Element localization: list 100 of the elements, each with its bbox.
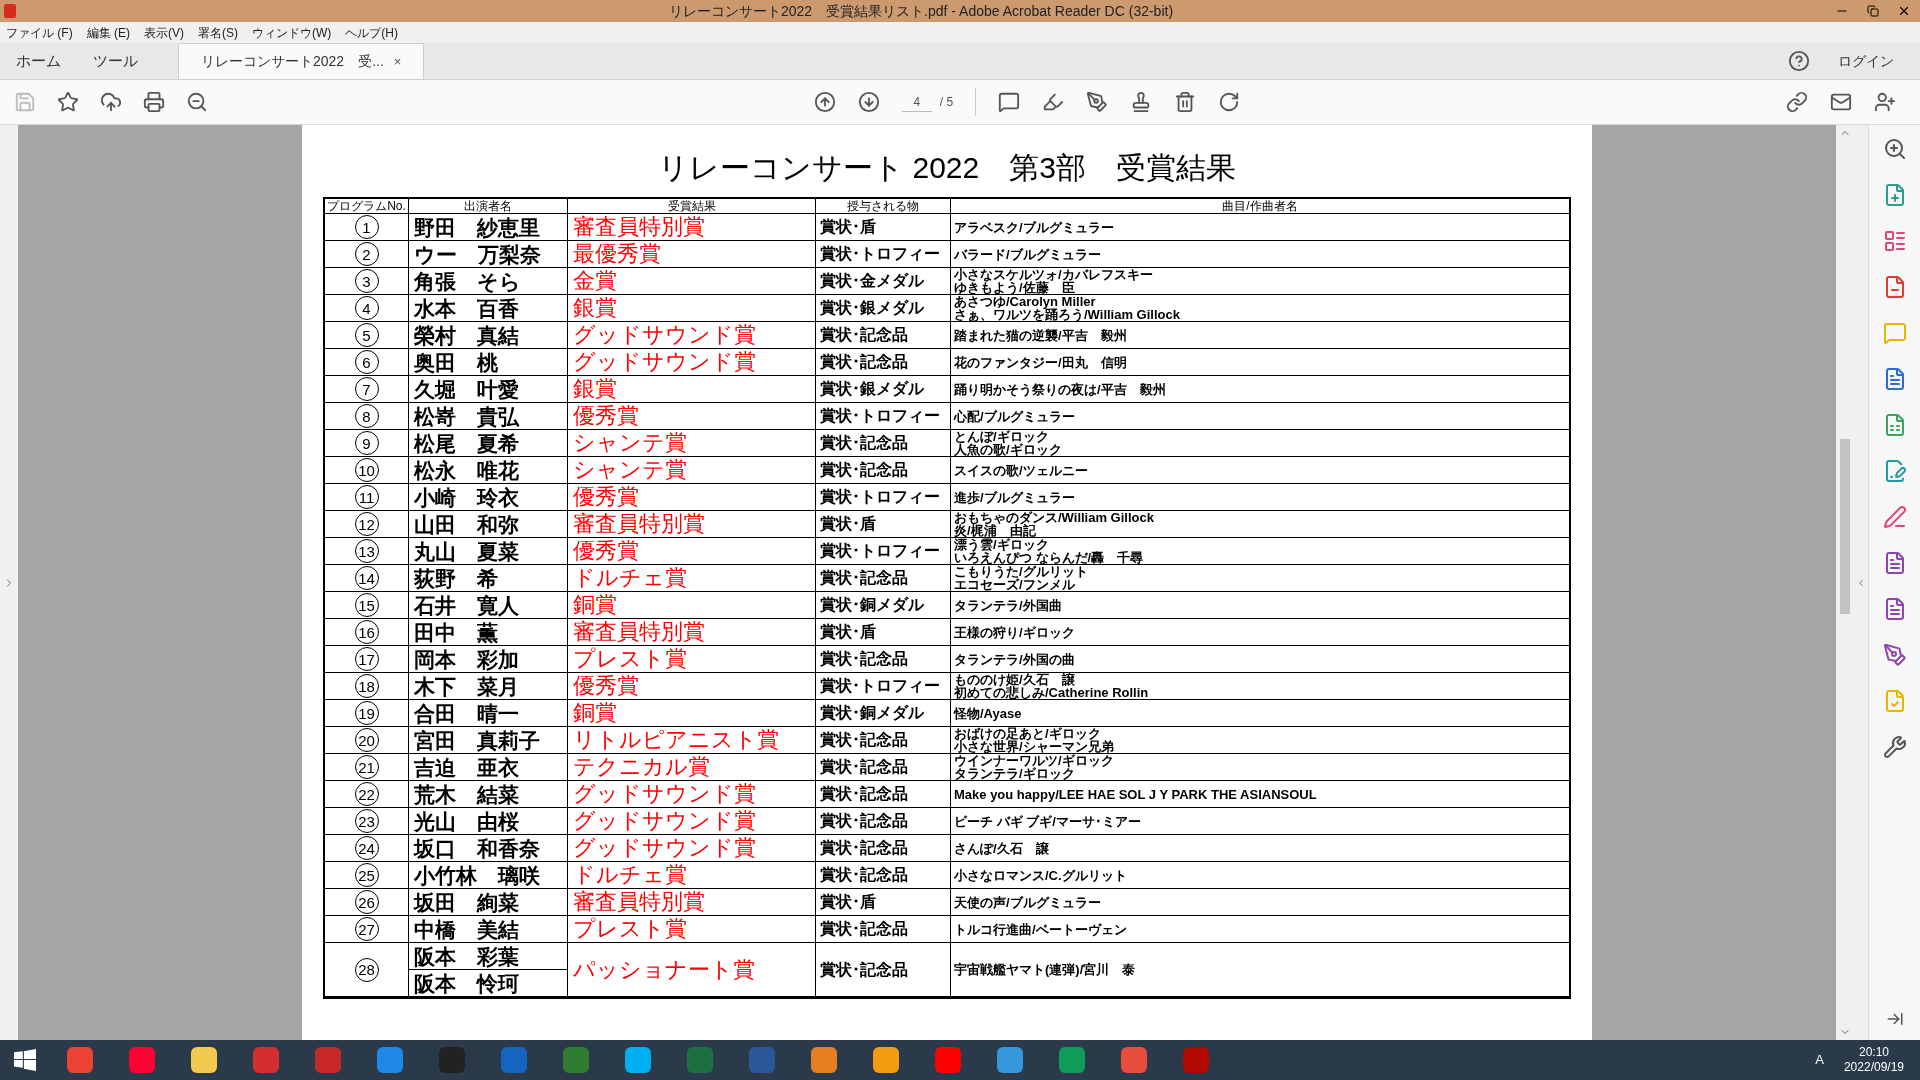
layout-icon[interactable]: [1882, 229, 1907, 253]
expand-panel-icon[interactable]: [1885, 1010, 1904, 1028]
award-name: グッドサウンド賞: [573, 837, 756, 859]
next-page-icon[interactable]: [857, 91, 880, 113]
performer-name: 奥田 桃: [414, 351, 498, 373]
highlighter-icon[interactable]: [1042, 91, 1065, 113]
performer-name: 坂田 絢菜: [414, 891, 519, 913]
song-title: さんぽ/久石 譲: [954, 841, 1050, 855]
pen-tool-icon[interactable]: [1882, 643, 1907, 667]
song-title: 人魚の歌/ギロック: [954, 443, 1063, 456]
rotate-icon[interactable]: [1218, 91, 1241, 113]
prize-item: 賞状･記念品: [820, 651, 908, 667]
document-tab[interactable]: リレーコンサート2022 受... ×: [178, 43, 425, 79]
prize-item: 賞状･記念品: [820, 732, 908, 748]
window-title: リレーコンサート2022 受賞結果リスト.pdf - Adobe Acrobat Reader DC (32-bit): [667, 1, 1175, 21]
app-icon: [4, 4, 16, 18]
ime-indicator[interactable]: A: [1815, 1050, 1824, 1070]
performer-name: 荻野 希: [414, 567, 498, 589]
award-name: 銀賞: [573, 378, 617, 400]
prize-item: 賞状･盾: [820, 219, 876, 235]
song-title: 王様の狩り/ギロック: [954, 625, 1076, 639]
clock-time[interactable]: 20:10: [1858, 1045, 1889, 1060]
song-title: あさつゆ/Carolyn Miller: [954, 295, 1097, 308]
pen-tool-icon[interactable]: [1086, 91, 1109, 113]
user-plus-icon[interactable]: [1874, 91, 1896, 113]
song-title: 怪物/Ayase: [954, 706, 1023, 720]
collapse-icon[interactable]: [1856, 577, 1866, 588]
prize-item: 賞状･記念品: [820, 786, 908, 802]
menu-item[interactable]: 編集 (E): [86, 23, 130, 42]
star-icon[interactable]: [57, 91, 79, 113]
close-icon[interactable]: [1897, 4, 1911, 18]
song-title: ウインナーワルツ/ギロック: [954, 754, 1115, 767]
zoom-in-icon[interactable]: [1882, 137, 1907, 161]
menu-item[interactable]: ヘルプ(H): [345, 23, 398, 42]
award-name: ドルチェ賞: [573, 567, 687, 589]
song-title: スイスの歌/ツェルニー: [954, 463, 1089, 477]
prize-item: 賞状･記念品: [820, 462, 908, 478]
link-icon[interactable]: [1786, 91, 1808, 113]
mail-icon[interactable]: [1830, 91, 1852, 113]
prize-item: 賞状･記念品: [820, 759, 908, 775]
column-header: 出演者名: [464, 200, 512, 212]
wrench-icon[interactable]: [1882, 735, 1907, 759]
performer-name: 坂口 和香奈: [414, 837, 540, 859]
start-icon[interactable]: [14, 1049, 36, 1071]
song-title: 炎/梶浦 由記: [954, 524, 1037, 537]
performer-name: ウー 万梨奈: [414, 243, 541, 265]
prize-item: 賞状･記念品: [820, 921, 908, 937]
performer-name: 松尾 夏希: [414, 432, 519, 454]
prize-item: 賞状･記念品: [820, 813, 908, 829]
prize-item: 賞状･銅メダル: [820, 705, 924, 721]
comment-icon[interactable]: [998, 91, 1021, 113]
print-icon[interactable]: [143, 91, 165, 113]
award-name: リトルピアニスト賞: [573, 729, 779, 751]
performer-name: 田中 薫: [414, 621, 498, 643]
song-title: エコセーズ/フンメル: [954, 578, 1076, 591]
page-total: / 5: [939, 94, 954, 111]
award-name: シャンテ賞: [573, 459, 687, 481]
song-title: 小さな世界/シャーマン兄弟: [954, 740, 1115, 753]
award-name: 審査員特別賞: [573, 621, 705, 643]
prize-item: 賞状･トロフィー: [820, 246, 940, 262]
trash-icon[interactable]: [1174, 91, 1197, 113]
performer-name: 合田 晴一: [414, 702, 519, 724]
menu-item[interactable]: ウィンドウ(W): [252, 23, 332, 42]
song-title: 宇宙戦艦ヤマト(連弾)/宮川 泰: [954, 963, 1137, 976]
award-name: グッドサウンド賞: [573, 351, 756, 373]
menu-item[interactable]: 署名(S): [198, 23, 238, 42]
song-title: タランテラ/ギロック: [954, 767, 1076, 780]
prize-item: 賞状･盾: [820, 894, 876, 910]
previous-page-icon[interactable]: [813, 91, 836, 113]
upload-icon[interactable]: [100, 91, 122, 113]
prize-item: 賞状･トロフィー: [820, 543, 940, 559]
login-link[interactable]: ログイン: [1838, 50, 1894, 72]
award-name: 最優秀賞: [573, 243, 661, 265]
song-title: おもちゃのダンス/William Gillock: [954, 511, 1155, 524]
nav-tab[interactable]: ツール: [77, 43, 154, 79]
song-title: 踏まれた猫の逆襲/平吉 毅州: [954, 328, 1128, 342]
column-header: 授与される物: [847, 200, 919, 212]
menu-item[interactable]: 表示(V): [144, 23, 184, 42]
zoom-out-icon[interactable]: [186, 91, 208, 113]
award-name: グッドサウンド賞: [573, 324, 756, 346]
pen-icon[interactable]: [1882, 505, 1907, 529]
help-icon[interactable]: [1788, 50, 1810, 72]
award-name: 審査員特別賞: [573, 216, 705, 238]
page-number-field[interactable]: 4: [901, 92, 932, 112]
song-title: アラベスク/ブルグミュラー: [954, 220, 1115, 234]
nav-tab[interactable]: ホーム: [0, 43, 77, 79]
song-title: こもりうた/グルリット: [954, 565, 1089, 578]
prize-item: 賞状･銅メダル: [820, 597, 924, 613]
menu-item[interactable]: ファイル (F): [6, 23, 73, 42]
song-title: 初めての悲しみ/Catherine Rollin: [954, 686, 1150, 699]
performer-name: 松永 唯花: [414, 459, 519, 481]
song-title: 漂う雲/ギロック: [954, 538, 1050, 551]
close-tab-button[interactable]: ×: [393, 51, 402, 72]
award-name: 銅賞: [573, 594, 617, 616]
award-name: 優秀賞: [573, 486, 639, 508]
award-name: 優秀賞: [573, 675, 639, 697]
restore-icon[interactable]: [1867, 5, 1879, 17]
scrollbar-thumb[interactable]: [1840, 439, 1850, 614]
song-title: 進歩/ブルグミュラー: [954, 490, 1076, 504]
clock-date[interactable]: 2022/09/19: [1843, 1060, 1904, 1075]
